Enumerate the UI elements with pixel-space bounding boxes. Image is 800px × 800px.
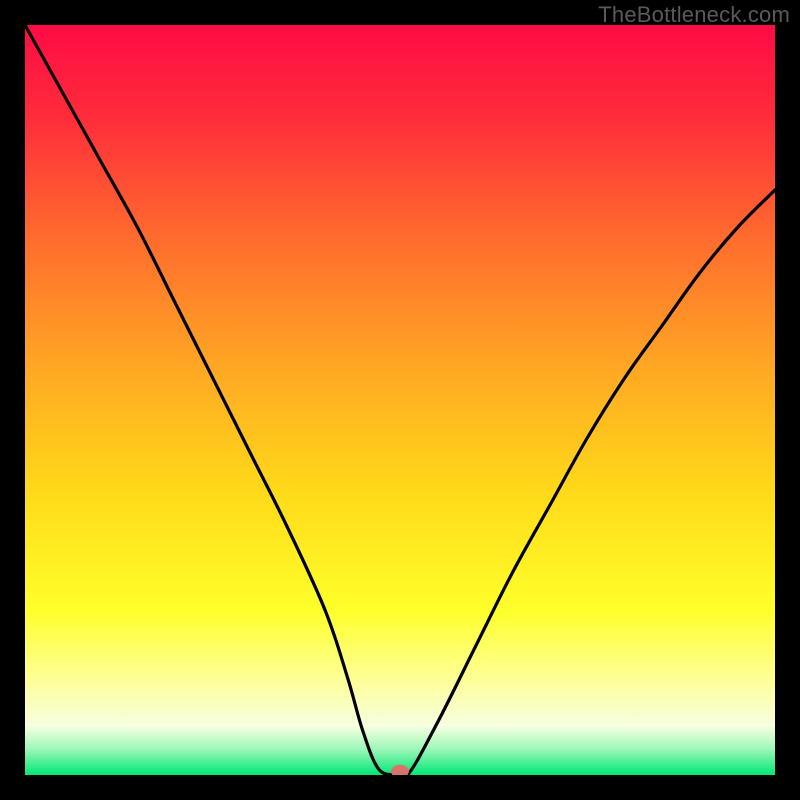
bottleneck-chart bbox=[25, 25, 775, 775]
gradient-background bbox=[25, 25, 775, 775]
chart-frame bbox=[25, 25, 775, 775]
watermark-text: TheBottleneck.com bbox=[598, 2, 790, 28]
